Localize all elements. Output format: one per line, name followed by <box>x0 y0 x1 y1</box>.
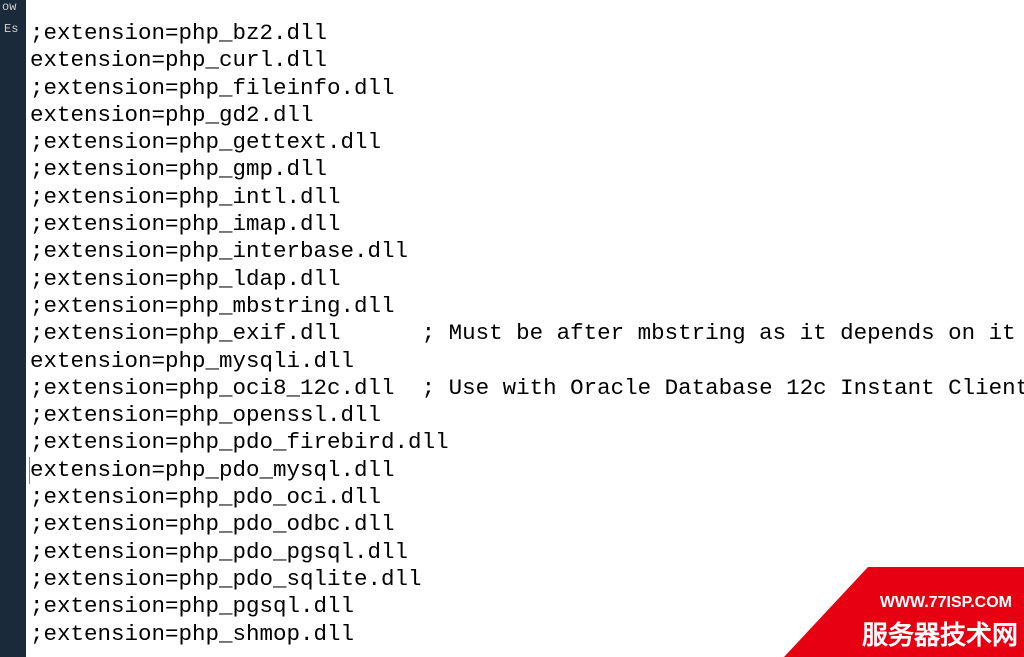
code-line[interactable]: ;extension=php_bz2.dll <box>30 20 1024 47</box>
watermark-url: WWW.77ISP.COM <box>880 594 1012 612</box>
code-line[interactable]: ;extension=php_pdo_pgsql.dll <box>30 539 1024 566</box>
watermark-title: 服务器技术网 <box>862 615 1018 652</box>
code-line[interactable]: ;extension=php_gettext.dll <box>30 129 1024 156</box>
editor-gutter: ow Es <box>0 0 26 657</box>
code-line[interactable]: ;extension=php_oci8_12c.dll ; Use with O… <box>30 375 1024 402</box>
gutter-fragment-1: ow <box>2 0 16 14</box>
code-line[interactable]: extension=php_pdo_mysql.dll <box>29 457 1024 484</box>
code-line[interactable]: ;extension=php_pdo_odbc.dll <box>30 511 1024 538</box>
code-line[interactable]: ;extension=php_interbase.dll <box>30 238 1024 265</box>
code-line[interactable]: extension=php_mysqli.dll <box>30 348 1024 375</box>
code-line[interactable]: extension=php_curl.dll <box>30 47 1024 74</box>
code-line[interactable]: ;extension=php_pdo_oci.dll <box>30 484 1024 511</box>
code-line[interactable]: ;extension=php_intl.dll <box>30 184 1024 211</box>
code-line[interactable]: ;extension=php_exif.dll ; Must be after … <box>30 320 1024 347</box>
code-line[interactable]: ;extension=php_openssl.dll <box>30 402 1024 429</box>
code-line[interactable]: ;extension=php_gmp.dll <box>30 156 1024 183</box>
code-editor[interactable]: ;extension=php_bz2.dllextension=php_curl… <box>26 0 1024 657</box>
code-line[interactable]: extension=php_gd2.dll <box>30 102 1024 129</box>
code-line[interactable]: ;extension=php_ldap.dll <box>30 266 1024 293</box>
code-line[interactable]: ;extension=php_pdo_firebird.dll <box>30 429 1024 456</box>
gutter-fragment-2: Es <box>4 22 18 36</box>
code-line[interactable]: ;extension=php_mbstring.dll <box>30 293 1024 320</box>
code-line[interactable]: ;extension=php_fileinfo.dll <box>30 75 1024 102</box>
code-line[interactable]: ;extension=php_imap.dll <box>30 211 1024 238</box>
